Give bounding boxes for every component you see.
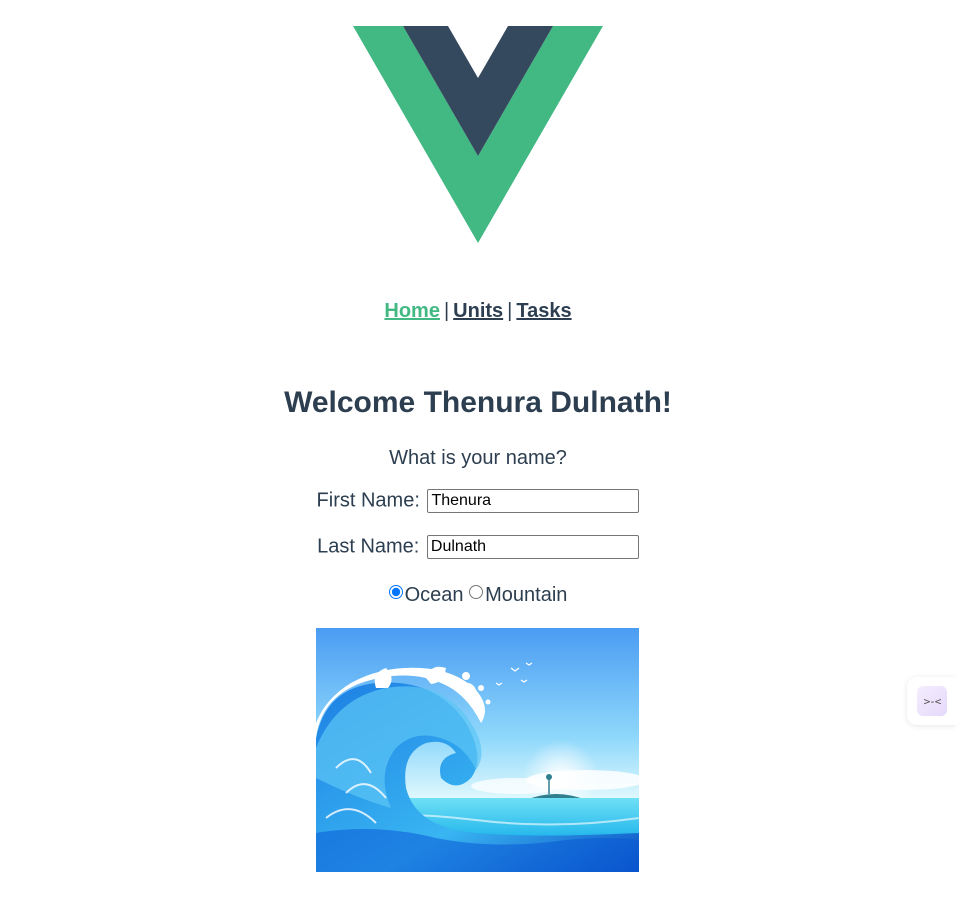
nav-separator: |: [507, 300, 513, 322]
nav-link-home[interactable]: Home: [384, 300, 440, 322]
assistant-widget[interactable]: >-<: [907, 677, 956, 725]
first-name-label: First Name:: [316, 489, 420, 512]
ocean-radio[interactable]: [388, 585, 403, 599]
nav-link-units[interactable]: Units: [453, 300, 503, 322]
ocean-label: Ocean: [404, 584, 464, 606]
ocean-wave-image: [316, 628, 639, 872]
scene-choice: Ocean Mountain: [0, 584, 956, 607]
first-name-row: First Name:: [0, 489, 956, 513]
mountain-option[interactable]: Mountain: [469, 584, 567, 606]
first-name-input[interactable]: [427, 489, 640, 513]
main-nav: Home | Units | Tasks: [0, 300, 956, 323]
assistant-face-icon[interactable]: >-<: [917, 686, 947, 716]
mountain-label: Mountain: [485, 584, 568, 606]
name-question: What is your name?: [389, 447, 567, 469]
welcome-heading: Welcome Thenura Dulnath!: [284, 386, 672, 419]
vue-logo-icon: [353, 26, 603, 243]
ocean-option[interactable]: Ocean: [388, 584, 464, 606]
page: Home | Units | Tasks Welcome Thenura Dulnath…: [0, 0, 956, 906]
mountain-radio[interactable]: [469, 585, 484, 599]
nav-link-tasks[interactable]: Tasks: [516, 300, 571, 322]
nav-separator: |: [443, 300, 450, 322]
last-name-label: Last Name:: [317, 535, 420, 558]
last-name-input[interactable]: [426, 535, 639, 559]
last-name-row: Last Name:: [0, 535, 956, 559]
